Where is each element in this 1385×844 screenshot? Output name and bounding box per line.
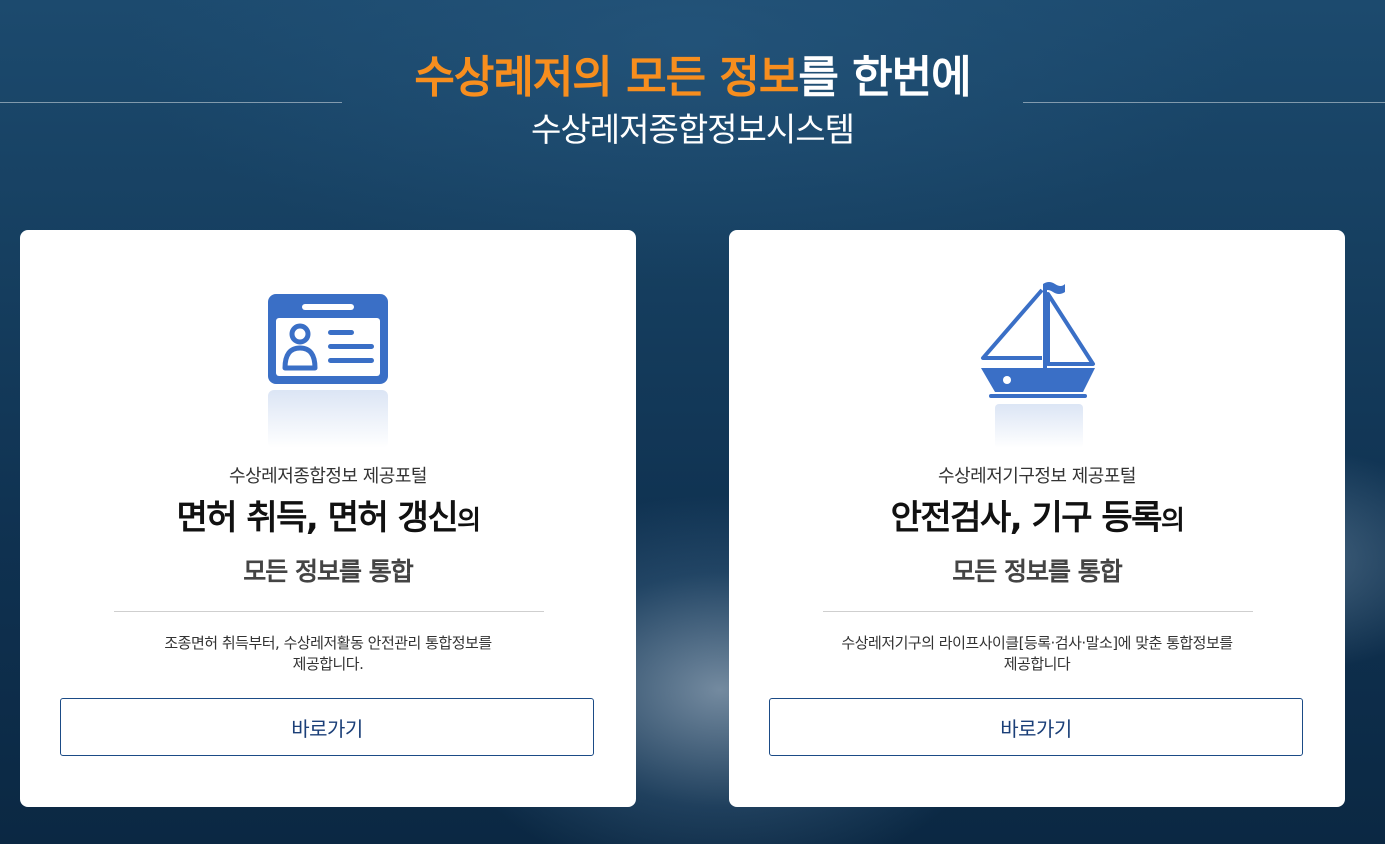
card-description: 수상레저기구의 라이프사이클[등록·검사·말소]에 맞춘 통합정보를 제공합니다 (789, 633, 1285, 675)
go-license-portal-button[interactable]: 바로가기 (60, 698, 594, 756)
card-title-suffix: 의 (457, 506, 481, 536)
card-kicker: 수상레저기구정보 제공포털 (938, 466, 1136, 487)
card-title-suffix: 의 (1160, 506, 1185, 536)
hero-banner: 수상레저의 모든 정보를 한번에 수상레저종합정보시스템 (0, 0, 1385, 190)
card-description: 조종면허 취득부터, 수상레저활동 안전관리 통합정보를 제공합니다. (80, 633, 576, 675)
card-divider (114, 611, 544, 612)
sailboat-icon (729, 278, 1345, 450)
card-title: 안전검사, 기구 등록의 (729, 496, 1345, 543)
card-title-main: 면허 취득, 면허 갱신 (176, 498, 458, 538)
card-description-line2: 제공합니다 (1003, 655, 1071, 673)
card-description-line1: 수상레저기구의 라이프사이클[등록·검사·말소]에 맞춘 통합정보를 (841, 634, 1233, 652)
card-title-line2: 모든 정보를 통합 (952, 557, 1122, 586)
license-portal-card: 수상레저종합정보 제공포털 면허 취득, 면허 갱신의 모든 정보를 통합 조종… (20, 230, 636, 807)
hero-title-rest: 를 한번에 (798, 52, 971, 103)
card-divider (823, 611, 1253, 612)
go-vessel-portal-button[interactable]: 바로가기 (769, 698, 1303, 756)
vessel-portal-card: 수상레저기구정보 제공포털 안전검사, 기구 등록의 모든 정보를 통합 수상레… (729, 230, 1345, 807)
card-title-main: 안전검사, 기구 등록 (890, 498, 1163, 538)
card-title: 면허 취득, 면허 갱신의 (20, 496, 636, 543)
hero-title-accent: 수상레저의 모든 정보 (414, 52, 799, 103)
card-title-line2: 모든 정보를 통합 (243, 557, 413, 586)
hero-title: 수상레저의 모든 정보를 한번에 (0, 50, 1385, 106)
card-description-line2: 제공합니다. (292, 655, 364, 673)
card-description-line1: 조종면허 취득부터, 수상레저활동 안전관리 통합정보를 (164, 634, 492, 652)
hero-subtitle: 수상레저종합정보시스템 (531, 110, 855, 149)
card-kicker: 수상레저종합정보 제공포털 (229, 466, 427, 487)
id-card-icon (20, 278, 636, 450)
